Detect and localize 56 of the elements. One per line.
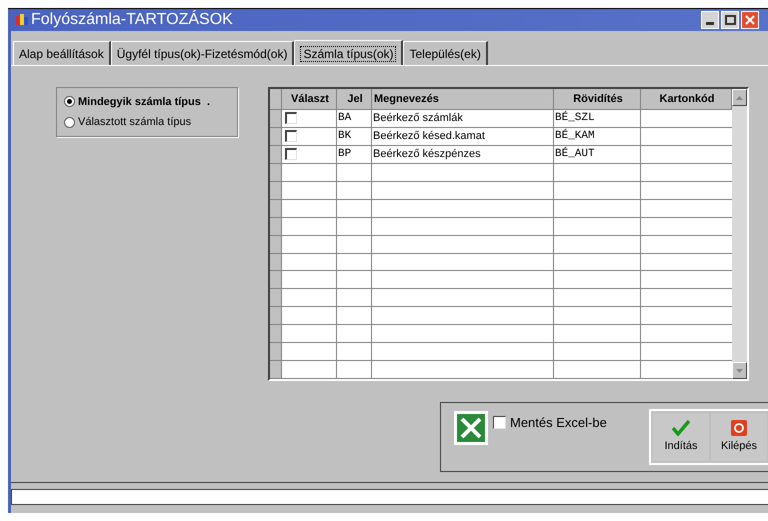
window-title: Folyószámla-TARTOZÁSOK xyxy=(31,12,233,28)
column-header[interactable]: Megnevezés xyxy=(372,89,554,109)
minimize-icon xyxy=(706,22,714,25)
row-header[interactable] xyxy=(270,218,282,235)
tab[interactable]: Számla típus(ok) xyxy=(294,40,404,66)
checkbox-label: Mentés Excel-be xyxy=(510,414,607,432)
column-header[interactable]: Választ xyxy=(282,89,337,109)
column-header[interactable]: Jel xyxy=(337,89,372,109)
row-header[interactable] xyxy=(270,289,282,306)
row-checkbox[interactable] xyxy=(285,148,297,160)
minimize-button[interactable] xyxy=(701,11,719,29)
app-icon xyxy=(15,13,29,27)
radio-option[interactable]: Mindegyik számla típus . xyxy=(64,94,237,110)
radio-label: Választott számla típus xyxy=(78,115,192,130)
scrollbar[interactable] xyxy=(732,89,747,379)
scroll-down-button[interactable] xyxy=(732,362,747,379)
table-cell: Beérkező késed.kamat xyxy=(372,128,554,145)
column-header[interactable]: Rövidítés xyxy=(554,89,641,109)
checkbox[interactable] xyxy=(493,416,506,430)
table-cell: BA xyxy=(337,110,372,127)
spreadsheet-icon xyxy=(454,411,488,445)
row-header[interactable] xyxy=(270,200,282,217)
row-header[interactable] xyxy=(270,343,282,360)
row-header[interactable] xyxy=(270,307,282,324)
table-cell: BÉ_AUT xyxy=(554,146,641,163)
row-checkbox[interactable] xyxy=(285,112,297,124)
table-cell: Beérkező számlák xyxy=(372,110,554,127)
table-cell: BÉ_SZL xyxy=(554,110,641,127)
table-cell: BÉ_KAM xyxy=(554,128,641,145)
checkmark-icon xyxy=(672,420,690,436)
radio-option[interactable]: Választott számla típus xyxy=(64,114,237,130)
radio-button[interactable] xyxy=(64,96,75,108)
exit-button[interactable]: Kilépés xyxy=(711,413,767,461)
radio-label: Mindegyik számla típus . xyxy=(78,94,210,110)
row-checkbox[interactable] xyxy=(285,130,297,142)
start-button[interactable]: Indítás xyxy=(653,413,709,461)
radio-button[interactable] xyxy=(64,116,75,128)
maximize-icon xyxy=(724,15,736,25)
table-cell: BP xyxy=(337,146,372,163)
table-cell: BK xyxy=(337,128,372,145)
table-cell: Beérkező készpénzes xyxy=(372,146,554,163)
row-header[interactable] xyxy=(270,236,282,252)
close-icon xyxy=(745,15,755,25)
close-button[interactable] xyxy=(741,11,759,29)
tab[interactable]: Alap beállítások xyxy=(13,41,111,65)
up-arrow-icon xyxy=(736,96,743,100)
row-header[interactable] xyxy=(270,325,282,342)
row-header[interactable] xyxy=(270,271,282,288)
row-header[interactable] xyxy=(270,361,282,378)
row-header[interactable] xyxy=(270,254,282,270)
down-arrow-icon xyxy=(736,368,743,372)
maximize-button[interactable] xyxy=(721,11,739,29)
scroll-up-button[interactable] xyxy=(732,89,747,106)
tab[interactable]: Település(ek) xyxy=(403,41,488,65)
row-header[interactable] xyxy=(270,182,282,199)
power-icon xyxy=(731,420,747,436)
